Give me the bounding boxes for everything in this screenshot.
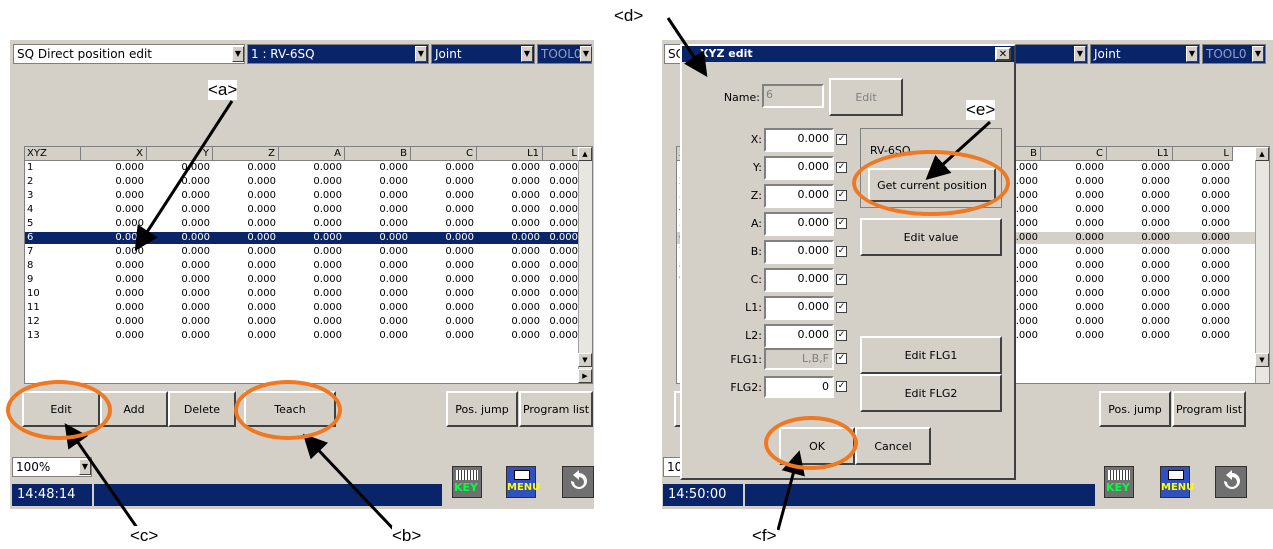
arrow-a [134,100,234,252]
arrow-b [302,433,402,538]
callout-f: <f> [752,526,777,546]
highlight-ok [764,416,858,470]
annotation-arrows [64,17,992,538]
arrow-d [666,17,708,77]
callout-a: <a> [208,80,238,100]
arrow-c [64,423,142,533]
highlight-edit [6,380,112,440]
callout-c: <c> [130,526,159,546]
callout-b: <b> [392,526,422,546]
callout-e: <e> [966,100,996,120]
callout-d: <d> [614,6,644,26]
highlight-teach [234,380,342,440]
highlight-get-position [852,150,1010,216]
